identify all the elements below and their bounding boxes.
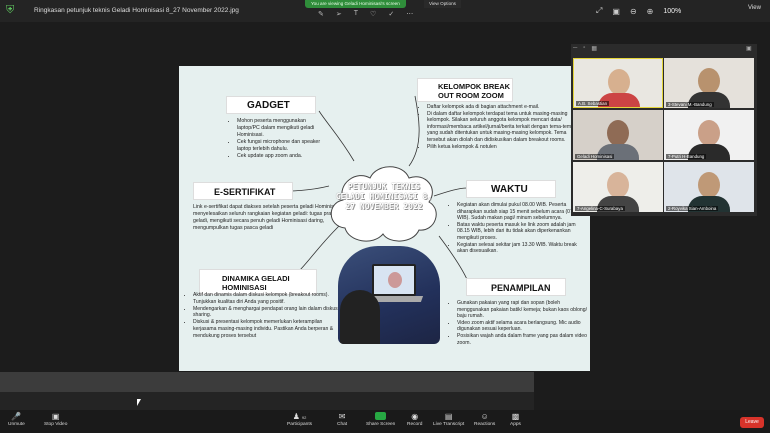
- participant-name: 3-Stevani M.-Bandung: [666, 102, 714, 107]
- annotation-tools: ✎ ➢ T ♡ ✓ ⋯: [318, 10, 413, 18]
- live-transcript-label: Live Transcript: [433, 422, 465, 427]
- share-screen-button[interactable]: Share Screen: [366, 412, 395, 427]
- list-item: Posisikan wajah anda dalam frame yang pa…: [457, 333, 589, 346]
- list-item: Kegiatan selesai sekitar jam 13.30 WIB. …: [457, 242, 589, 255]
- check-icon[interactable]: ✓: [388, 10, 394, 18]
- video-camera-icon: ▣: [51, 412, 60, 421]
- participant-name: 7-Angelina-C-Surabaya: [575, 206, 625, 211]
- mic-muted-icon: 🎤: [11, 412, 22, 421]
- participant-name: Geladi Hominisasi: [575, 154, 615, 159]
- leave-button[interactable]: Leave: [740, 417, 764, 428]
- screen-strip: [0, 372, 534, 392]
- gadget-list: Mohon peserta menggunakan laptop/PC dala…: [229, 118, 329, 160]
- window-icon[interactable]: ▣: [612, 7, 620, 16]
- participant-count: 92: [301, 415, 307, 420]
- share-screen-icon: [375, 412, 387, 422]
- select-icon[interactable]: ➢: [336, 10, 342, 18]
- screen-strip-dark: [0, 392, 534, 410]
- list-item: Diskusi & presentasi kelompok memerlukan…: [193, 319, 345, 339]
- chat-label: Chat: [337, 422, 348, 427]
- reactions-button[interactable]: ☺ Reactions: [474, 412, 495, 427]
- participants-icon: ♟ 92: [292, 412, 307, 421]
- list-item: Di dalam daftar kelompok terdapat tema u…: [427, 111, 583, 144]
- record-button[interactable]: ◉ Record: [407, 412, 422, 427]
- expand-icon[interactable]: ⤢: [596, 6, 602, 16]
- participant-name: A.B. Sebastian: [576, 101, 610, 106]
- zoom-in-icon[interactable]: ⊕: [647, 7, 654, 16]
- grid-view-icon[interactable]: ▦: [591, 45, 597, 52]
- more-icon[interactable]: ⋯: [406, 10, 413, 18]
- waktu-title: WAKTU: [466, 180, 556, 198]
- esertifikat-body: Link e-sertifikat dapat diakses setelah …: [193, 204, 341, 231]
- shared-slide: GADGET Mohon peserta menggunakan laptop/…: [179, 66, 590, 371]
- security-shield-icon[interactable]: ⛨: [6, 4, 18, 18]
- share-screen-label: Share Screen: [366, 422, 396, 427]
- mouse-cursor: [137, 399, 141, 406]
- participant-video[interactable]: A.B. Sebastian: [573, 58, 663, 108]
- list-item: Cek fungsi microphone dan speaker laptop…: [237, 139, 329, 153]
- participant-video[interactable]: 3-Stevani M.-Bandung: [664, 58, 754, 108]
- apps-icon: ▩: [511, 412, 520, 421]
- list-item: Cek update app zoom anda.: [237, 153, 329, 160]
- kelompok-title: KELOMPOK BREAK OUT ROOM ZOOM: [417, 78, 513, 102]
- stop-video-button[interactable]: ▣ Stop Video: [44, 412, 67, 427]
- laptop-screen: [372, 264, 416, 296]
- view-options-button[interactable]: View Options: [424, 0, 461, 8]
- participants-button[interactable]: ♟ 92 Participants: [287, 412, 312, 427]
- zoom-out-icon[interactable]: ⊖: [630, 7, 637, 16]
- list-item: Pilih ketua kelompok & notulen: [427, 144, 583, 151]
- chat-button[interactable]: ✉ Chat: [337, 412, 347, 427]
- list-item: Gunakan pakaian yang rapi dan sopan (bol…: [457, 300, 589, 320]
- gadget-title: GADGET: [226, 96, 316, 114]
- list-item: Mendengarkan & menghargai pendapat orang…: [193, 306, 345, 320]
- live-transcript-button[interactable]: ▤ Live Transcript: [433, 412, 464, 427]
- laptop-photo: [338, 246, 440, 344]
- list-item: Kegiatan akan dimulai pukul 08.00 WIB. P…: [457, 202, 589, 222]
- viewing-screen-banner: You are viewing Geladi Hominisasi's scre…: [305, 0, 406, 8]
- gallery-controls: ─ ▫ ▦: [573, 45, 597, 52]
- penampilan-list: Gunakan pakaian yang rapi dan sopan (bol…: [449, 300, 589, 346]
- record-icon: ◉: [411, 412, 419, 421]
- reactions-label: Reactions: [474, 422, 496, 427]
- list-item: Mohon peserta menggunakan laptop/PC dala…: [237, 118, 329, 139]
- kelompok-list: Daftar kelompok ada di bagian attachment…: [419, 104, 583, 150]
- participant-video[interactable]: 7-Angelina-C-Surabaya: [573, 162, 663, 212]
- smiley-icon: ☺: [480, 412, 489, 421]
- apps-button[interactable]: ▩ Apps: [510, 412, 521, 427]
- pen-icon[interactable]: ✎: [318, 10, 324, 18]
- minimize-icon[interactable]: ─: [573, 45, 577, 52]
- close-gallery-icon[interactable]: ▣: [746, 45, 752, 52]
- list-item: Daftar kelompok ada di bagian attachment…: [427, 104, 583, 111]
- shared-content-title: Ringkasan petunjuk teknis Geladi Hominis…: [34, 7, 239, 14]
- penampilan-title: PENAMPILAN: [466, 278, 566, 296]
- record-label: Record: [407, 422, 423, 427]
- view-button[interactable]: View: [748, 5, 761, 11]
- list-item: Video zoom aktif selama acara berlangsun…: [457, 320, 589, 333]
- apps-label: Apps: [510, 422, 521, 427]
- list-item: Batas waktu peserta masuk ke link zoom a…: [457, 222, 589, 242]
- waktu-list: Kegiatan akan dimulai pukul 08.00 WIB. P…: [449, 202, 589, 255]
- participant-video[interactable]: 7-Putri H-Bandung: [664, 110, 754, 160]
- unmute-button[interactable]: 🎤 Unmute: [8, 412, 25, 427]
- text-icon[interactable]: T: [354, 10, 358, 18]
- heart-icon[interactable]: ♡: [370, 10, 376, 18]
- dinamika-list: Aktif dan dinamis dalam diskusi kelompok…: [185, 292, 345, 340]
- participants-label: Participants: [287, 422, 313, 427]
- participant-video[interactable]: Geladi Hominisasi: [573, 110, 663, 160]
- viewer-controls: ⤢ ▣ ⊖ ⊕ 100%: [596, 6, 681, 16]
- participant-name: 7-Putri H-Bandung: [666, 154, 707, 159]
- zoom-level: 100%: [663, 7, 682, 15]
- participant-name: 2-Royvika Sian-Amboina: [666, 206, 719, 211]
- single-view-icon[interactable]: ▫: [583, 45, 585, 52]
- chat-icon: ✉: [338, 412, 346, 421]
- cloud-title: PETUNJUK TEKNIS GELADI HOMINISASI 8, 27 …: [335, 182, 433, 211]
- esertifikat-title: E-SERTIFIKAT: [193, 182, 293, 200]
- unmute-label: Unmute: [8, 422, 25, 427]
- participant-video[interactable]: 2-Royvika Sian-Amboina: [664, 162, 754, 212]
- list-item: Aktif dan dinamis dalam diskusi kelompok…: [193, 292, 345, 306]
- cc-icon: ▤: [444, 412, 453, 421]
- stop-video-label: Stop Video: [44, 422, 68, 427]
